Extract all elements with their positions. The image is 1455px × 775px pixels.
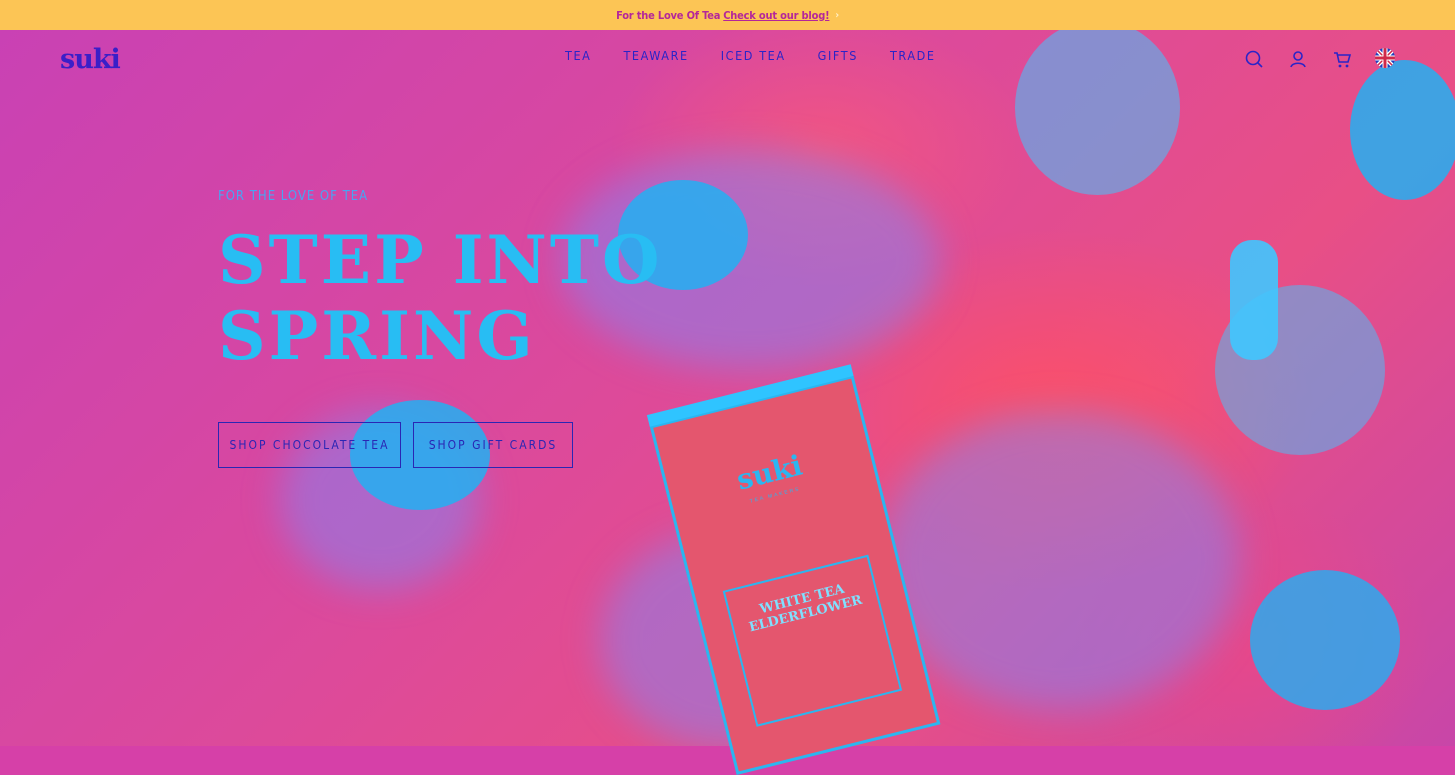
blog-link[interactable]: Check out our blog! (723, 9, 829, 22)
announcement-text: For the Love Of Tea (616, 8, 721, 22)
uk-flag-icon[interactable] (1375, 48, 1395, 68)
nav-item-tea[interactable]: TEA (565, 48, 591, 63)
header-icons (1243, 48, 1395, 70)
product-name: WHITE TEA ELDERFLOWER (747, 581, 864, 636)
hero-eyebrow: FOR THE LOVE OF TEA (218, 189, 369, 204)
shop-chocolate-tea-button[interactable]: SHOP CHOCOLATE TEA (218, 422, 401, 468)
main-nav: TEA TEAWARE ICED TEA GIFTS TRADE (565, 48, 968, 63)
search-icon[interactable] (1243, 48, 1265, 70)
cart-icon[interactable] (1331, 48, 1353, 70)
nav-item-trade[interactable]: TRADE (890, 48, 936, 63)
product-box-label: WHITE TEA ELDERFLOWER (722, 554, 903, 727)
nav-item-iced-tea[interactable]: ICED TEA (721, 48, 786, 63)
nav-item-gifts[interactable]: GIFTS (818, 48, 858, 63)
shop-gift-cards-button[interactable]: SHOP GIFT CARDS (413, 422, 573, 468)
hero-headline: STEP INTO SPRING (218, 221, 663, 375)
account-icon[interactable] (1287, 48, 1309, 70)
chevron-right-icon[interactable]: › (835, 10, 839, 21)
product-box-logo: suki (733, 448, 806, 497)
announcement-bar: For the Love Of Tea Check out our blog! … (0, 0, 1455, 30)
site-header: suki TEA TEAWARE ICED TEA GIFTS TRADE (0, 30, 1455, 86)
suki-logo[interactable]: suki (60, 44, 121, 75)
nav-item-teaware[interactable]: TEAWARE (623, 48, 688, 63)
